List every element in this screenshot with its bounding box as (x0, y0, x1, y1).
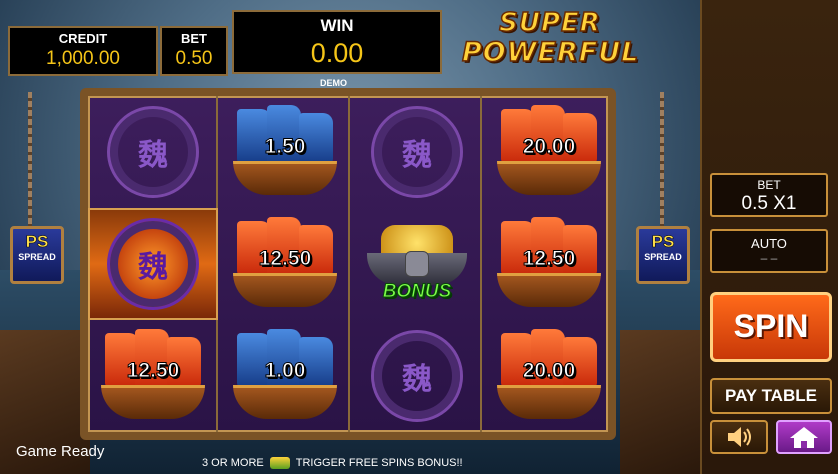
wei-symbol: 魏 (107, 106, 199, 198)
reel-cell: 12.50 (88, 320, 218, 432)
ps-badge-top: PS (25, 232, 49, 252)
ship-amount: 12.50 (522, 247, 576, 271)
pay-table-button[interactable]: PAY TABLE (710, 378, 832, 414)
win-display: WIN 0.00 (232, 10, 442, 74)
speaker-icon (728, 427, 751, 447)
ps-badge-bottom: SPREAD (18, 252, 56, 262)
auto-label: AUTO (751, 236, 787, 251)
ship-amount: 12.50 (126, 359, 180, 383)
wei-glyph: 魏 (138, 138, 168, 173)
win-label: WIN (320, 16, 354, 35)
chain-right (660, 92, 664, 226)
ps-badge-bottom: SPREAD (644, 252, 682, 262)
reel-cell: 1.50 (220, 96, 350, 208)
reel-cell: 20.00 (484, 96, 614, 208)
bonus-symbol: BONUS (361, 217, 473, 311)
reel-cell: 1.00 (220, 320, 350, 432)
ps-spread-badge-right: PS SPREAD (636, 226, 690, 284)
ship-amount: 12.50 (258, 247, 312, 271)
wei-glyph: 魏 (138, 250, 168, 285)
sound-button[interactable] (710, 420, 768, 454)
reel-cell: 魏 (88, 208, 218, 320)
reel-cell: 20.00 (484, 320, 614, 432)
wei-glyph: 魏 (402, 362, 432, 397)
bet-selector-value: 0.5 X1 (741, 193, 797, 214)
win-value: 0.00 (310, 38, 364, 68)
reel-cell: 魏 (352, 96, 482, 208)
credit-value: 1,000.00 (46, 48, 120, 69)
auto-button[interactable]: AUTO – – (710, 229, 828, 273)
credit-display: CREDIT 1,000.00 (8, 26, 158, 76)
reel-frame: 魏魏 12.50 1.50 12.50 1.00 魏 BONUS 魏 20.00 12.50 20.… (80, 88, 616, 440)
ship-blue-symbol: 1.00 (227, 327, 343, 425)
chain-left (28, 92, 32, 226)
bonus-ticker: 3 OR MORE TRIGGER FREE SPINS BONUS!! (202, 457, 463, 470)
home-button[interactable] (776, 420, 832, 454)
ps-badge-top: PS (651, 232, 675, 252)
ship-red-symbol: 20.00 (491, 103, 607, 201)
wei-symbol: 魏 (107, 218, 199, 310)
ship-amount: 1.50 (264, 135, 306, 159)
reel-3: 魏 BONUS 魏 (352, 96, 482, 432)
hull (497, 385, 601, 419)
hull (233, 161, 337, 195)
reel-cell: BONUS (352, 208, 482, 320)
lion-face-icon (405, 251, 429, 277)
ship-amount: 1.00 (264, 359, 306, 383)
reel-2: 1.50 12.50 1.00 (220, 96, 350, 432)
home-icon (790, 427, 818, 448)
hull (497, 161, 601, 195)
ship-red-symbol: 12.50 (227, 215, 343, 313)
ship-blue-symbol: 1.50 (227, 103, 343, 201)
reel-cell: 魏 (88, 96, 218, 208)
auto-value: – – (760, 251, 778, 265)
ship-red-symbol: 12.50 (95, 327, 211, 425)
hull (233, 385, 337, 419)
bet-selector[interactable]: BET 0.5 X1 (710, 173, 828, 217)
hull (101, 385, 205, 419)
ship-deck-right (620, 330, 700, 474)
reel-cell: 魏 (352, 320, 482, 432)
bet-label: BET (181, 31, 207, 46)
ticker-left: 3 OR MORE (202, 457, 264, 469)
bet-display: BET 0.50 (160, 26, 228, 76)
credit-label: CREDIT (58, 31, 108, 46)
ps-spread-badge-left: PS SPREAD (10, 226, 64, 284)
logo-line-1: SUPER (498, 7, 601, 39)
ship-red-symbol: 20.00 (491, 327, 607, 425)
ticker-right: TRIGGER FREE SPINS BONUS!! (295, 457, 463, 469)
ship-red-symbol: 12.50 (491, 215, 607, 313)
reel-1: 魏魏 12.50 (88, 96, 218, 432)
game-logo: SUPER POWERFUL (461, 7, 640, 72)
bonus-label: BONUS (382, 281, 452, 303)
demo-label: DEMO (320, 78, 347, 88)
wei-symbol: 魏 (371, 106, 463, 198)
control-panel: BET 0.5 X1 AUTO – – SPIN PAY TABLE (700, 0, 838, 474)
hull (233, 273, 337, 307)
spin-button[interactable]: SPIN (710, 292, 832, 362)
ship-amount: 20.00 (522, 135, 576, 159)
reel-cell: 12.50 (484, 208, 614, 320)
logo-line-2: POWERFUL (461, 37, 640, 69)
status-text: Game Ready (16, 443, 105, 460)
bonus-mini-icon (269, 457, 290, 470)
wei-symbol: 魏 (371, 330, 463, 422)
wei-glyph: 魏 (402, 138, 432, 173)
reel-cell: 12.50 (220, 208, 350, 320)
reel-4: 20.00 12.50 20.00 (484, 96, 614, 432)
hull (497, 273, 601, 307)
bet-value: 0.50 (175, 48, 213, 69)
ship-amount: 20.00 (522, 359, 576, 383)
bet-selector-label: BET (757, 178, 781, 192)
